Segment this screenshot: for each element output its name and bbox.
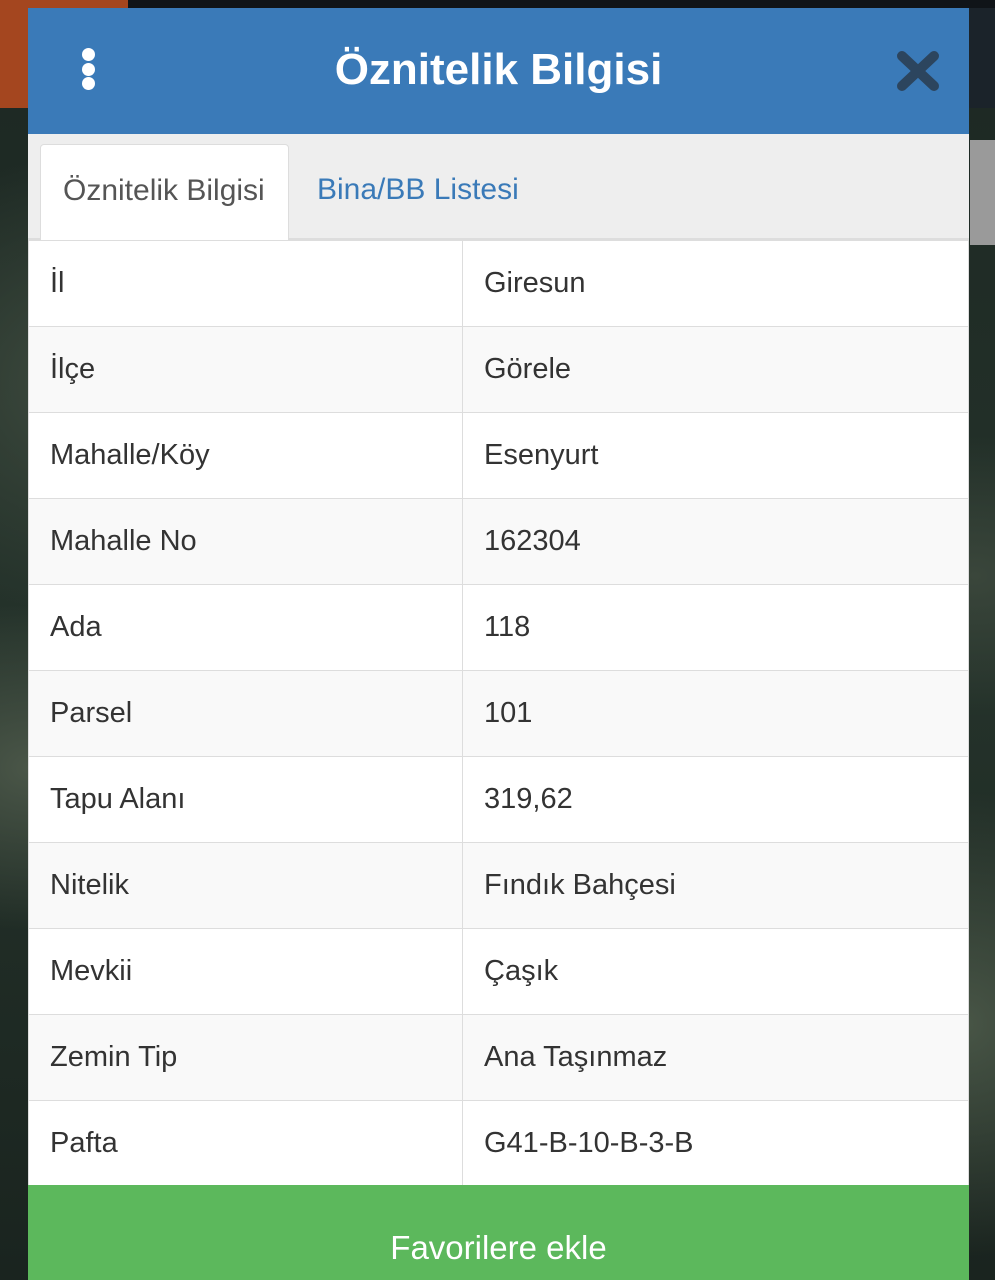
attribute-value: Esenyurt: [462, 412, 969, 499]
attribute-key: Nitelik: [28, 842, 463, 929]
table-row: Mevkii Çaşık: [28, 928, 969, 1015]
table-row: Nitelik Fındık Bahçesi: [28, 842, 969, 929]
attribute-value: Ana Taşınmaz: [462, 1014, 969, 1101]
scrollbar-thumb[interactable]: [970, 140, 995, 245]
attribute-key: Mahalle No: [28, 498, 463, 585]
attribute-value: Giresun: [462, 240, 969, 327]
attribute-key: İl: [28, 240, 463, 327]
dialog-header: Öznitelik Bilgisi: [28, 8, 969, 134]
attribute-key: İlçe: [28, 326, 463, 413]
tab-bar: Öznitelik Bilgisi Bina/BB Listesi: [28, 134, 969, 240]
close-icon[interactable]: [894, 48, 942, 94]
table-row: Tapu Alanı 319,62: [28, 756, 969, 843]
table-row: Zemin Tip Ana Taşınmaz: [28, 1014, 969, 1101]
table-row: Mahalle/Köy Esenyurt: [28, 412, 969, 499]
attribute-key: Zemin Tip: [28, 1014, 463, 1101]
attribute-value: G41-B-10-B-3-B: [462, 1100, 969, 1187]
table-row: Parsel 101: [28, 670, 969, 757]
attribute-value: Çaşık: [462, 928, 969, 1015]
table-row: İlçe Görele: [28, 326, 969, 413]
attribute-value: 118: [462, 584, 969, 671]
attribute-value: 101: [462, 670, 969, 757]
dialog-title: Öznitelik Bilgisi: [334, 45, 663, 94]
attribute-value: 162304: [462, 498, 969, 585]
attribute-key: Mahalle/Köy: [28, 412, 463, 499]
attribute-value: 319,62: [462, 756, 969, 843]
vertical-dots-icon[interactable]: [68, 44, 108, 94]
attribute-table: İl Giresun İlçe Görele Mahalle/Köy Esenyurt Ma…: [28, 240, 969, 1187]
table-row: İl Giresun: [28, 240, 969, 327]
attribute-key: Parsel: [28, 670, 463, 757]
attribute-key: Ada: [28, 584, 463, 671]
attribute-value: Görele: [462, 326, 969, 413]
attribute-key: Pafta: [28, 1100, 463, 1187]
map-top-edge: [128, 0, 995, 8]
tab-building-list[interactable]: Bina/BB Listesi: [295, 144, 541, 240]
add-to-favorites-button[interactable]: Favorilere ekle: [28, 1185, 969, 1280]
attribute-key: Mevkii: [28, 928, 463, 1015]
attribute-dialog: Öznitelik Bilgisi Öznitelik Bilgisi Bina…: [28, 8, 969, 1280]
attribute-value: Fındık Bahçesi: [462, 842, 969, 929]
table-row: Ada 118: [28, 584, 969, 671]
table-row: Mahalle No 162304: [28, 498, 969, 585]
attribute-key: Tapu Alanı: [28, 756, 463, 843]
table-row: Pafta G41-B-10-B-3-B: [28, 1100, 969, 1187]
tab-attribute-info[interactable]: Öznitelik Bilgisi: [40, 144, 289, 240]
